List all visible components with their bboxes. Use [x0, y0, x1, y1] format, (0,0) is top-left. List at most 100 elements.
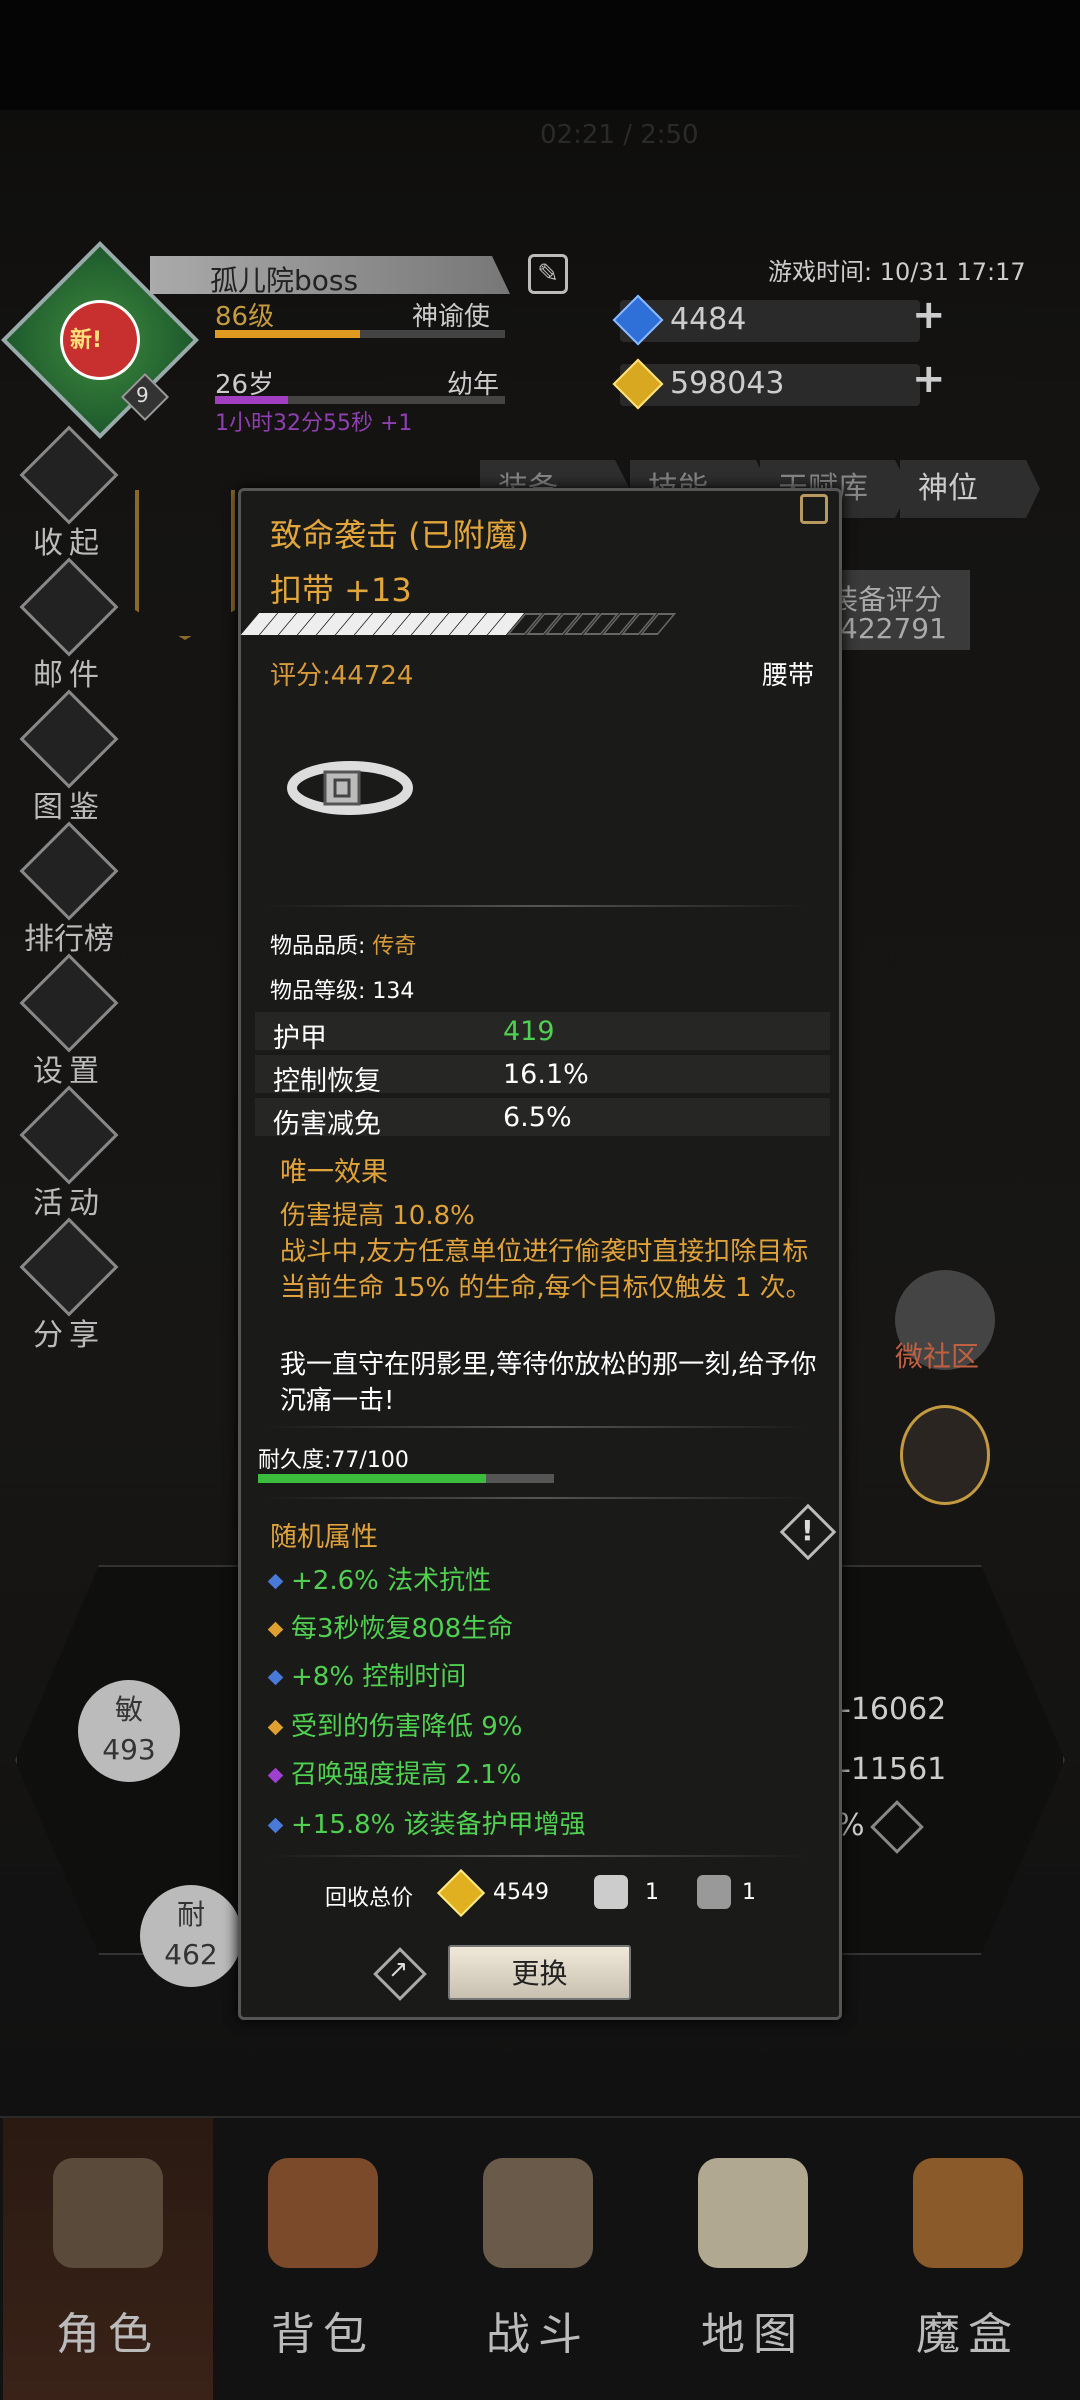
recycle-stone-2: 1: [742, 1880, 756, 1905]
unique-effect-text: 伤害提高 10.8% 战斗中,友方任意单位进行偷袭时直接扣除目标当前生命 15%…: [280, 1201, 812, 1303]
attribute-dot-icon: [267, 1767, 284, 1784]
agility-value: 493: [102, 1733, 156, 1766]
divider: [265, 1855, 810, 1857]
scroll-map-icon: [698, 2158, 808, 2268]
add-gems-button[interactable]: +: [912, 292, 946, 338]
attribute-dot-icon: [267, 1669, 284, 1686]
equipment-banner: [135, 490, 235, 640]
attribute-dot-icon: [267, 1719, 284, 1736]
nav-character[interactable]: 角色: [3, 2118, 213, 2400]
info-mark: !: [801, 1514, 814, 1547]
random-attributes-header: 随机属性: [270, 1522, 378, 1553]
endurance-value: 462: [164, 1938, 218, 1971]
lock-icon[interactable]: [800, 494, 828, 524]
durability-label: 耐久度:77/100: [258, 1448, 409, 1473]
age-timer: 1小时32分55秒 +1: [215, 411, 413, 436]
durability-bar: [258, 1474, 554, 1483]
gear-icon: [19, 953, 119, 1053]
faint-header-text: 02:21 / 2:50: [540, 120, 699, 150]
endurance-label: 耐: [176, 1898, 205, 1931]
bottom-nav: 角色 背包 战斗 地图 魔盒: [0, 2116, 1080, 2400]
gem-currency-row: [620, 300, 920, 342]
agility-circle[interactable]: 敏 493: [78, 1680, 180, 1782]
item-level: 物品等级: 134: [270, 979, 415, 1004]
attribute-dot-icon: [267, 1573, 284, 1590]
recycle-stone-1: 1: [645, 1880, 659, 1905]
attribute-dot-icon: [267, 1817, 284, 1834]
enhance-progress-stripes: [240, 613, 680, 635]
divider: [265, 905, 810, 907]
random-attribute-text: +15.8% 该装备护甲增强: [291, 1810, 586, 1840]
random-attribute: +8% 控制时间: [267, 1656, 467, 1693]
side-ranking-button[interactable]: 排行榜: [14, 821, 124, 957]
crystal-icon: [697, 1875, 731, 1909]
random-attribute-text: +2.6% 法术抗性: [291, 1566, 492, 1596]
side-event-button[interactable]: 活动: [14, 1085, 124, 1221]
unique-effect-header: 唯一效果: [280, 1157, 388, 1188]
side-settings-button[interactable]: 设置: [14, 953, 124, 1089]
divider: [265, 1426, 810, 1428]
side-book-button[interactable]: 图鉴: [14, 689, 124, 825]
edit-icon[interactable]: ✎: [528, 254, 568, 294]
side-collapse-button[interactable]: 收起: [14, 425, 124, 561]
nav-map[interactable]: 地图: [648, 2118, 858, 2400]
player-title: 神谕使: [412, 302, 491, 332]
new-badge: 新!: [70, 328, 103, 353]
stat-row: 伤害减免 6.5%: [255, 1098, 830, 1140]
recycle-gold: 4549: [493, 1880, 549, 1905]
side-share-button[interactable]: 分享: [14, 1217, 124, 1353]
magic-box-icon: [913, 2158, 1023, 2268]
recycle-label: 回收总价: [325, 1886, 414, 1911]
tab-god-seat[interactable]: 神位: [900, 460, 1040, 518]
add-gold-button[interactable]: +: [912, 356, 946, 402]
replace-button[interactable]: 更换: [448, 1945, 631, 2000]
item-score: 评分:44724: [270, 661, 414, 691]
item-quality: 物品品质: 传奇: [270, 934, 417, 959]
gem-count: 4484: [670, 302, 747, 337]
stat-value-1: -16062: [840, 1692, 947, 1727]
item-enhance: 扣带 +13: [270, 571, 412, 609]
side-mail-button[interactable]: 邮件: [14, 557, 124, 693]
attribute-dot-icon: [267, 1621, 284, 1638]
backpack-icon: [268, 2158, 378, 2268]
random-attribute: 每3秒恢复808生命: [267, 1608, 514, 1645]
nav-backpack[interactable]: 背包: [218, 2118, 428, 2400]
share-icon: ↗: [388, 1955, 409, 1983]
status-bar: [0, 0, 1080, 110]
stat-row: 控制恢复 16.1%: [255, 1055, 830, 1097]
belt-icon: [287, 761, 413, 815]
stat-value-2: -11561: [840, 1752, 947, 1787]
gold-count: 598043: [670, 366, 785, 401]
random-attribute: +2.6% 法术抗性: [267, 1560, 492, 1597]
game-time: 游戏时间: 10/31 17:17: [768, 258, 1026, 286]
age-progress-fill: [215, 396, 288, 404]
item-name: 致命袭击 (已附魔): [270, 516, 530, 554]
player-level: 86级: [215, 302, 275, 332]
community-label[interactable]: 微社区: [895, 1335, 979, 1375]
random-attribute-text: +8% 控制时间: [291, 1662, 467, 1692]
equip-score-value: 422791: [840, 612, 947, 645]
random-attribute: +15.8% 该装备护甲增强: [267, 1804, 586, 1841]
random-attribute: 受到的伤害降低 9%: [267, 1706, 523, 1743]
item-flavor-quote: 我一直守在阴影里,等待你放松的那一刻,给予你沉痛一击!: [280, 1350, 817, 1416]
nav-battle[interactable]: 战斗: [433, 2118, 643, 2400]
random-attribute: 召唤强度提高 2.1%: [267, 1754, 522, 1791]
item-slot: 腰带: [762, 661, 815, 691]
stat-row: 护甲 419: [255, 1012, 830, 1054]
helmet-emblem-icon[interactable]: [900, 1405, 990, 1505]
sword-shield-icon: [483, 2158, 593, 2268]
event-icon: [19, 1085, 119, 1185]
level-progress-fill: [215, 330, 360, 338]
endurance-circle[interactable]: 耐 462: [140, 1885, 242, 1987]
agility-label: 敏: [114, 1693, 143, 1726]
divider: [265, 1497, 810, 1499]
random-attribute-text: 召唤强度提高 2.1%: [291, 1760, 522, 1790]
player-name: 孤儿院boss: [210, 264, 359, 297]
random-attribute-text: 每3秒恢复808生命: [291, 1614, 514, 1644]
nav-magic-box[interactable]: 魔盒: [863, 2118, 1073, 2400]
random-attribute-text: 受到的伤害降低 9%: [291, 1712, 523, 1742]
share-icon: [19, 1217, 119, 1317]
ranking-icon: [19, 821, 119, 921]
helmet-icon: [53, 2158, 163, 2268]
mail-icon: [19, 557, 119, 657]
